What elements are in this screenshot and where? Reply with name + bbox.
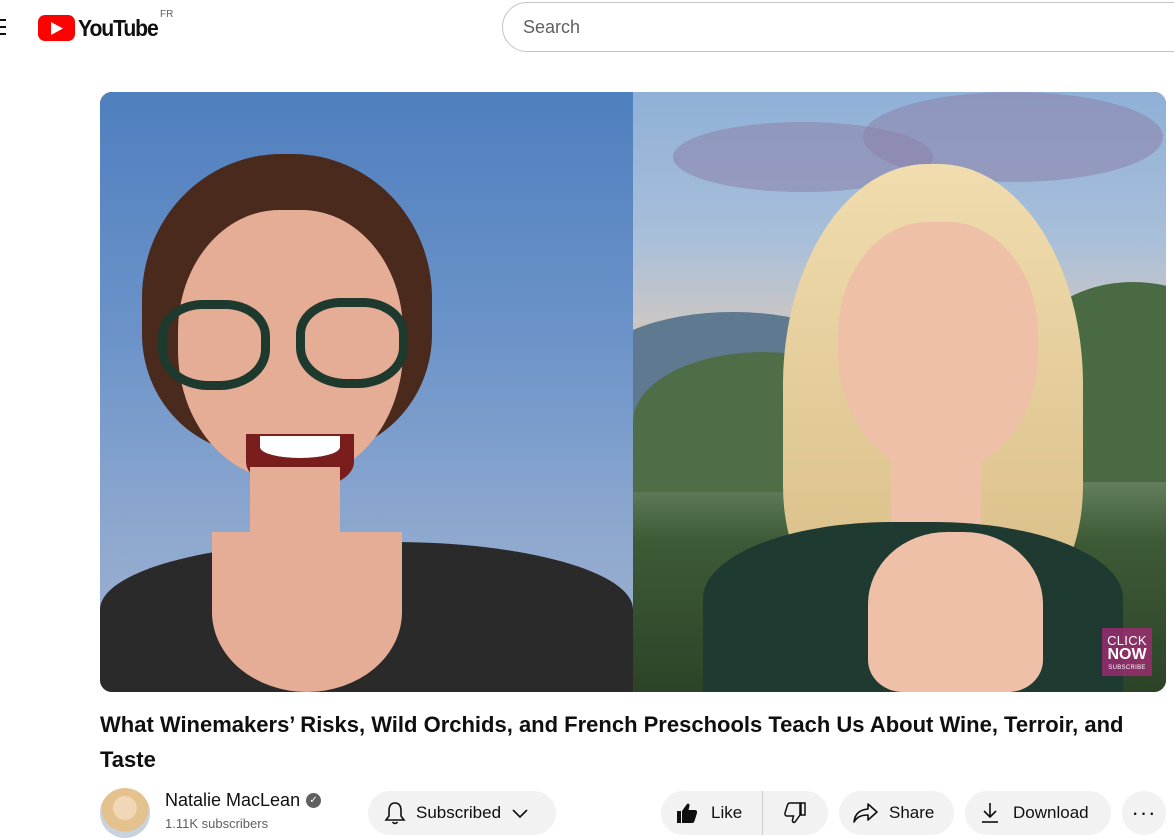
download-label: Download	[1013, 803, 1089, 822]
overlay-line1: CLICK	[1107, 632, 1147, 648]
youtube-logo[interactable]: YouTube	[38, 14, 165, 42]
share-icon	[853, 803, 878, 823]
thumbs-down-icon	[784, 802, 806, 824]
channel-name-row[interactable]: Natalie MacLean ✓	[165, 790, 322, 811]
search-input[interactable]	[523, 16, 1123, 38]
overlay-line3: SUBSCRIBE	[1108, 664, 1146, 671]
subscribed-label: Subscribed	[416, 803, 502, 822]
avatar[interactable]	[100, 788, 150, 838]
logo-text: YouTube	[78, 14, 159, 41]
menu-icon[interactable]	[0, 17, 8, 37]
top-bar: YouTube FR	[0, 0, 1174, 56]
channel-name[interactable]: Natalie MacLean	[165, 790, 300, 811]
download-icon	[982, 803, 998, 823]
download-button[interactable]: Download	[965, 791, 1111, 835]
more-icon: ···	[1131, 800, 1157, 825]
chevron-down-icon	[512, 809, 528, 819]
like-button[interactable]: Like	[661, 791, 763, 835]
video-right-panel: CLICK NOW SUBSCRIBE	[633, 92, 1166, 692]
more-actions-button[interactable]: ···	[1122, 791, 1166, 835]
search-box[interactable]	[502, 2, 1174, 52]
subscribed-button[interactable]: Subscribed	[368, 791, 556, 835]
like-label: Like	[711, 803, 743, 822]
overlay-line2: NOW	[1107, 645, 1147, 663]
click-now-subscribe-overlay[interactable]: CLICK NOW SUBSCRIBE	[1102, 628, 1152, 676]
verified-icon: ✓	[306, 793, 322, 808]
video-player[interactable]: CLICK NOW SUBSCRIBE	[100, 92, 1166, 692]
like-dislike-group: Like	[661, 791, 828, 835]
bell-icon	[384, 802, 406, 825]
thumbs-up-icon	[677, 803, 698, 823]
share-button[interactable]: Share	[839, 791, 954, 835]
dislike-button[interactable]	[763, 791, 827, 835]
youtube-logo-icon	[38, 15, 75, 41]
video-left-panel	[100, 92, 633, 692]
share-label: Share	[889, 803, 935, 822]
country-code: FR	[160, 9, 174, 20]
video-title: What Winemakers’ Risks, Wild Orchids, an…	[100, 712, 1124, 772]
